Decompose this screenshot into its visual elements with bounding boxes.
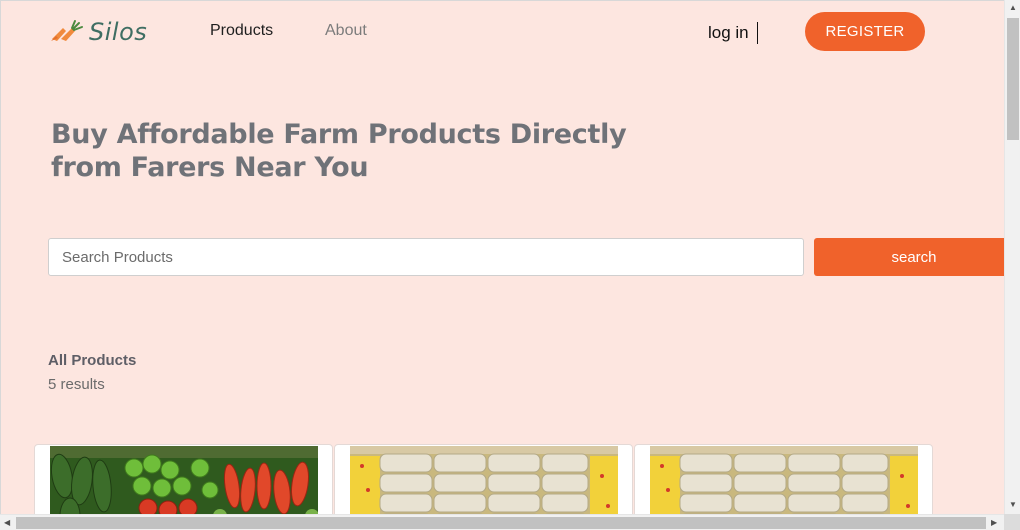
- horizontal-scrollbar[interactable]: ◀ ▶: [0, 514, 1004, 530]
- rice-bags-image: [650, 446, 918, 514]
- login-link[interactable]: log in: [708, 22, 758, 44]
- brand-name: Silos: [89, 18, 148, 46]
- nav-products-link[interactable]: Products: [210, 22, 273, 40]
- horizontal-scroll-thumb[interactable]: [16, 517, 986, 529]
- page-viewport: Silos Products About log in REGISTER Buy…: [0, 0, 1004, 514]
- vertical-scroll-thumb[interactable]: [1007, 18, 1019, 140]
- rice-bags-image: [350, 446, 618, 514]
- vertical-scrollbar[interactable]: ▲ ▼: [1004, 0, 1020, 514]
- scroll-left-arrow-icon[interactable]: ◀: [4, 518, 10, 527]
- product-card[interactable]: [34, 444, 333, 514]
- scrollbar-corner: [1004, 514, 1020, 530]
- brand-logo[interactable]: Silos: [49, 17, 147, 47]
- search-input[interactable]: [48, 238, 804, 276]
- nav-about-link[interactable]: About: [325, 22, 367, 40]
- register-button[interactable]: REGISTER: [805, 12, 925, 51]
- scroll-up-arrow-icon[interactable]: ▲: [1009, 3, 1017, 12]
- section-title: All Products: [48, 352, 137, 369]
- hero-title: Buy Affordable Farm Products Directly fr…: [51, 119, 627, 183]
- scroll-right-arrow-icon[interactable]: ▶: [991, 518, 997, 527]
- vegetables-image: [50, 446, 318, 514]
- product-card[interactable]: [634, 444, 933, 514]
- product-card[interactable]: [334, 444, 633, 514]
- carrot-logo-icon: [51, 20, 83, 41]
- scroll-down-arrow-icon[interactable]: ▼: [1009, 500, 1017, 509]
- result-count: 5 results: [48, 376, 105, 393]
- search-button[interactable]: search: [814, 238, 1004, 276]
